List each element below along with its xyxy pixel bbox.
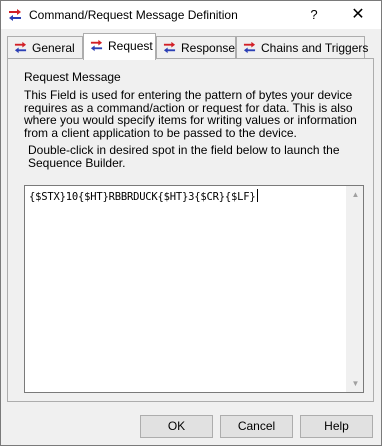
close-button[interactable]: ✕ <box>335 1 381 29</box>
message-value-line[interactable]: {$STX}10{$HT}RBBRDUCK{$HT}3{$CR}{$LF} <box>29 189 258 203</box>
message-value: {$STX}10{$HT}RBBRDUCK{$HT}3{$CR}{$LF} <box>29 191 256 203</box>
arrows-icon <box>14 41 27 54</box>
window-title: Command/Request Message Definition <box>29 8 238 22</box>
arrows-icon <box>90 39 103 52</box>
tab-label: Request <box>108 39 153 53</box>
tab-label: Chains and Triggers <box>261 41 369 55</box>
tab-response[interactable]: Response <box>156 36 236 58</box>
arrows-icon <box>163 41 176 54</box>
description-text: This Field is used for entering the patt… <box>24 88 357 140</box>
request-panel: Request Message This Field is used for e… <box>7 58 374 402</box>
tab-label: Response <box>181 41 236 55</box>
request-message-field[interactable]: {$STX}10{$HT}RBBRDUCK{$HT}3{$CR}{$LF} ▲ … <box>24 185 364 393</box>
scroll-up-icon[interactable]: ▲ <box>347 186 364 203</box>
ok-button[interactable]: OK <box>140 415 213 438</box>
arrows-icon <box>9 9 21 21</box>
arrows-icon <box>243 41 256 54</box>
help-title-button[interactable]: ? <box>297 1 331 29</box>
tab-strip: General Request Response Chains and Trig… <box>1 30 381 60</box>
section-label: Request Message <box>24 70 121 84</box>
hint-text: Double-click in desired spot in the fiel… <box>28 143 340 170</box>
dialog-window: Command/Request Message Definition ? ✕ G… <box>0 0 382 446</box>
text-caret <box>256 189 258 202</box>
tab-general[interactable]: General <box>7 36 83 58</box>
vertical-scrollbar[interactable]: ▲ ▼ <box>346 186 363 392</box>
tab-label: General <box>32 41 75 55</box>
cancel-button[interactable]: Cancel <box>220 415 293 438</box>
tab-chains-and-triggers[interactable]: Chains and Triggers <box>236 36 369 58</box>
help-button[interactable]: Help <box>300 415 373 438</box>
scroll-down-icon[interactable]: ▼ <box>347 375 364 392</box>
tab-request[interactable]: Request <box>83 33 156 60</box>
title-bar[interactable]: Command/Request Message Definition ? ✕ <box>1 1 381 29</box>
